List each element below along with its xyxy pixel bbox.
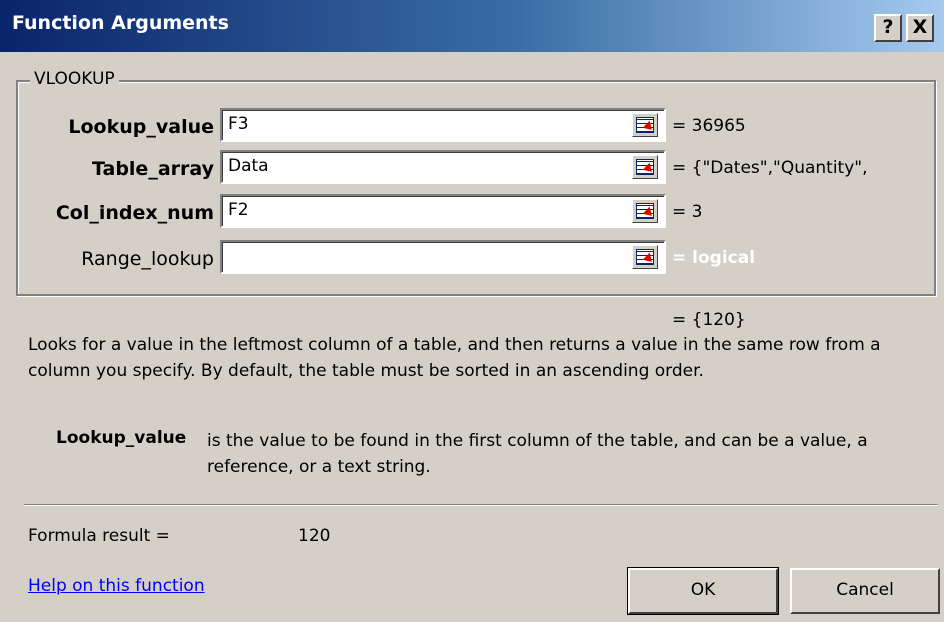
help-on-function-link[interactable]: Help on this function — [28, 576, 205, 596]
table-array-collapse-button[interactable] — [632, 155, 658, 179]
formula-result-value: 120 — [298, 526, 331, 546]
table-array-input[interactable]: Data — [220, 150, 666, 184]
window-title: Function Arguments — [12, 12, 229, 34]
close-button[interactable]: X — [906, 14, 934, 42]
range-lookup-collapse-button[interactable] — [632, 245, 658, 269]
function-name: VLOOKUP — [30, 69, 119, 89]
col-index-num-label: Col_index_num — [55, 202, 214, 224]
range-lookup-input[interactable] — [220, 240, 666, 274]
lookup-value-label: Lookup_value — [68, 116, 214, 138]
formula-value: = {120} — [672, 310, 746, 330]
col-index-num-input[interactable]: F2 — [220, 194, 666, 228]
cancel-button[interactable]: Cancel — [790, 568, 940, 614]
col-index-num-result: = 3 — [672, 202, 703, 222]
separator — [24, 504, 938, 506]
col-index-num-collapse-button[interactable] — [632, 199, 658, 223]
argument-help-text: is the value to be found in the first co… — [207, 431, 868, 477]
formula-result-label: Formula result = — [28, 526, 170, 546]
range-lookup-label: Range_lookup — [81, 248, 214, 270]
function-description: Looks for a value in the leftmost column… — [28, 335, 881, 381]
function-arguments-dialog: Function Arguments ? X VLOOKUP Lookup_va… — [0, 0, 944, 622]
range-lookup-result: = logical — [672, 248, 756, 268]
table-array-label: Table_array — [91, 158, 214, 180]
ok-button[interactable]: OK — [627, 567, 779, 615]
table-array-result: = {"Dates","Quantity", — [672, 158, 868, 178]
argument-help-name: Lookup_value — [56, 428, 187, 448]
lookup-value-collapse-button[interactable] — [632, 113, 658, 137]
lookup-value-result: = 36965 — [672, 116, 746, 136]
lookup-value-input[interactable]: F3 — [220, 108, 666, 142]
title-bar[interactable]: Function Arguments ? X — [0, 0, 944, 52]
help-button[interactable]: ? — [874, 14, 902, 42]
